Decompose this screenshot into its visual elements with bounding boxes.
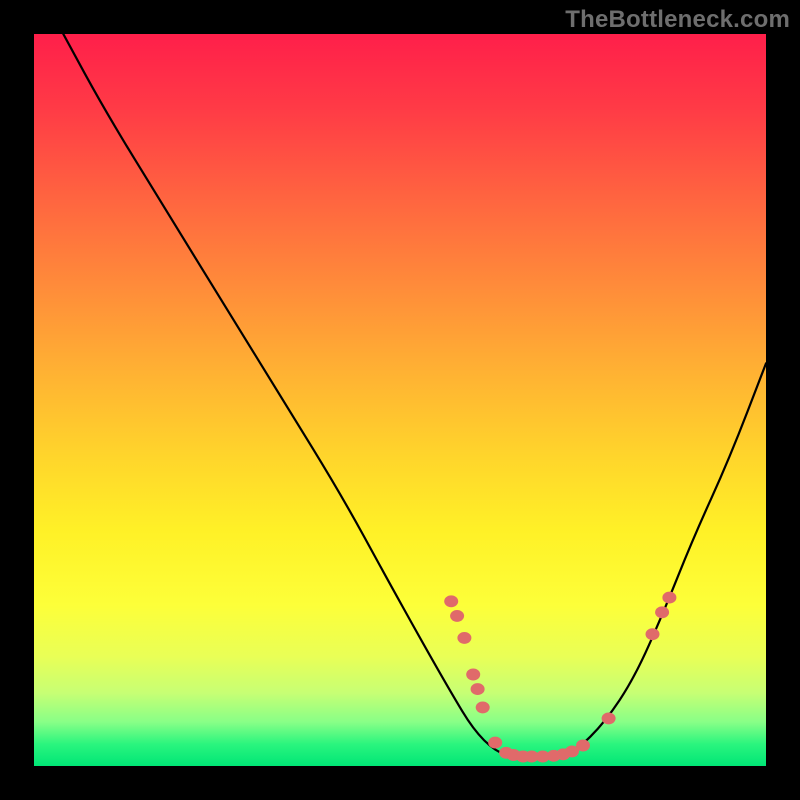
curve-markers	[444, 592, 676, 763]
curve-marker	[576, 740, 590, 752]
chart-frame: TheBottleneck.com	[0, 0, 800, 800]
curve-marker	[662, 592, 676, 604]
bottleneck-curve	[63, 34, 766, 759]
curve-marker	[444, 595, 458, 607]
curve-marker	[471, 683, 485, 695]
curve-marker	[655, 606, 669, 618]
curve-marker	[488, 737, 502, 749]
curve-marker	[476, 701, 490, 713]
chart-overlay	[34, 34, 766, 766]
curve-marker	[466, 669, 480, 681]
curve-marker	[457, 632, 471, 644]
curve-marker	[450, 610, 464, 622]
plot-area	[34, 34, 766, 766]
curve-marker	[602, 712, 616, 724]
watermark-text: TheBottleneck.com	[565, 6, 790, 34]
curve-marker	[646, 628, 660, 640]
